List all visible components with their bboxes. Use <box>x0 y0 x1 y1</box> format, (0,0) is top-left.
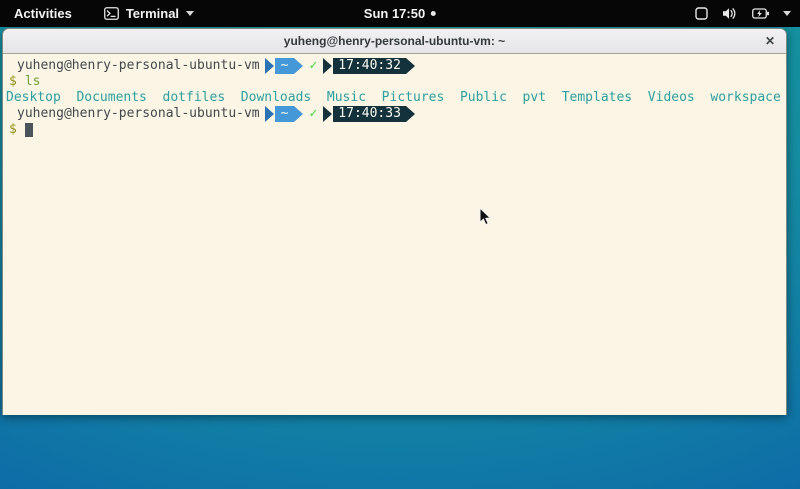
powerline-chevron-icon <box>323 58 332 74</box>
prompt-time-segment: 17:40:33 <box>333 106 406 122</box>
terminal-window: yuheng@henry-personal-ubuntu-vm: ~ ✕ yuh… <box>2 28 787 415</box>
powerline-arrow-icon <box>406 106 415 122</box>
exit-status-check-icon: ✓ <box>309 106 317 122</box>
powerline-chevron-icon <box>265 106 274 122</box>
app-menu-label: Terminal <box>126 6 179 21</box>
battery-charging-icon <box>752 8 769 19</box>
notification-dot-icon <box>431 11 436 16</box>
window-titlebar[interactable]: yuheng@henry-personal-ubuntu-vm: ~ ✕ <box>3 29 786 54</box>
terminal-cursor <box>25 123 33 137</box>
window-title: yuheng@henry-personal-ubuntu-vm: ~ <box>284 34 505 48</box>
prompt-symbol: $ <box>9 122 17 138</box>
prompt-user-host: yuheng@henry-personal-ubuntu-vm <box>9 106 260 122</box>
chevron-down-icon <box>186 11 194 16</box>
prompt-symbol: $ <box>9 74 17 90</box>
powerline-arrow-icon <box>294 58 303 74</box>
prompt-time-segment: 17:40:32 <box>333 58 406 74</box>
terminal-app-icon <box>104 7 119 20</box>
system-status-menu-button[interactable] <box>695 7 791 20</box>
chevron-down-icon <box>783 11 791 16</box>
clock-label: Sun 17:50 <box>364 6 425 21</box>
app-menu-button[interactable]: Terminal <box>104 6 194 21</box>
current-prompt-line: $ <box>9 122 786 138</box>
prompt-cwd-segment: ~ <box>275 106 295 122</box>
volume-icon <box>722 7 738 20</box>
command-text: ls <box>25 74 41 90</box>
exit-status-check-icon: ✓ <box>309 58 317 74</box>
prompt-line-1: yuheng@henry-personal-ubuntu-vm ~ ✓ 17:4… <box>9 58 786 74</box>
powerline-arrow-icon <box>294 106 303 122</box>
top-bar: Activities Terminal Sun 17:50 <box>0 0 800 27</box>
command-line: $ ls <box>9 74 786 90</box>
prompt-line-2: yuheng@henry-personal-ubuntu-vm ~ ✓ 17:4… <box>9 106 786 122</box>
ls-output-line: Desktop Documents dotfiles Downloads Mus… <box>6 90 786 106</box>
clock-button[interactable]: Sun 17:50 <box>364 6 436 21</box>
activities-button[interactable]: Activities <box>10 4 76 23</box>
prompt-cwd-segment: ~ <box>275 58 295 74</box>
powerline-chevron-icon <box>323 106 332 122</box>
display-icon <box>695 7 708 20</box>
powerline-arrow-icon <box>406 58 415 74</box>
terminal-content[interactable]: yuheng@henry-personal-ubuntu-vm ~ ✓ 17:4… <box>3 54 786 415</box>
close-button[interactable]: ✕ <box>765 35 775 47</box>
prompt-user-host: yuheng@henry-personal-ubuntu-vm <box>9 58 260 74</box>
powerline-chevron-icon <box>265 58 274 74</box>
